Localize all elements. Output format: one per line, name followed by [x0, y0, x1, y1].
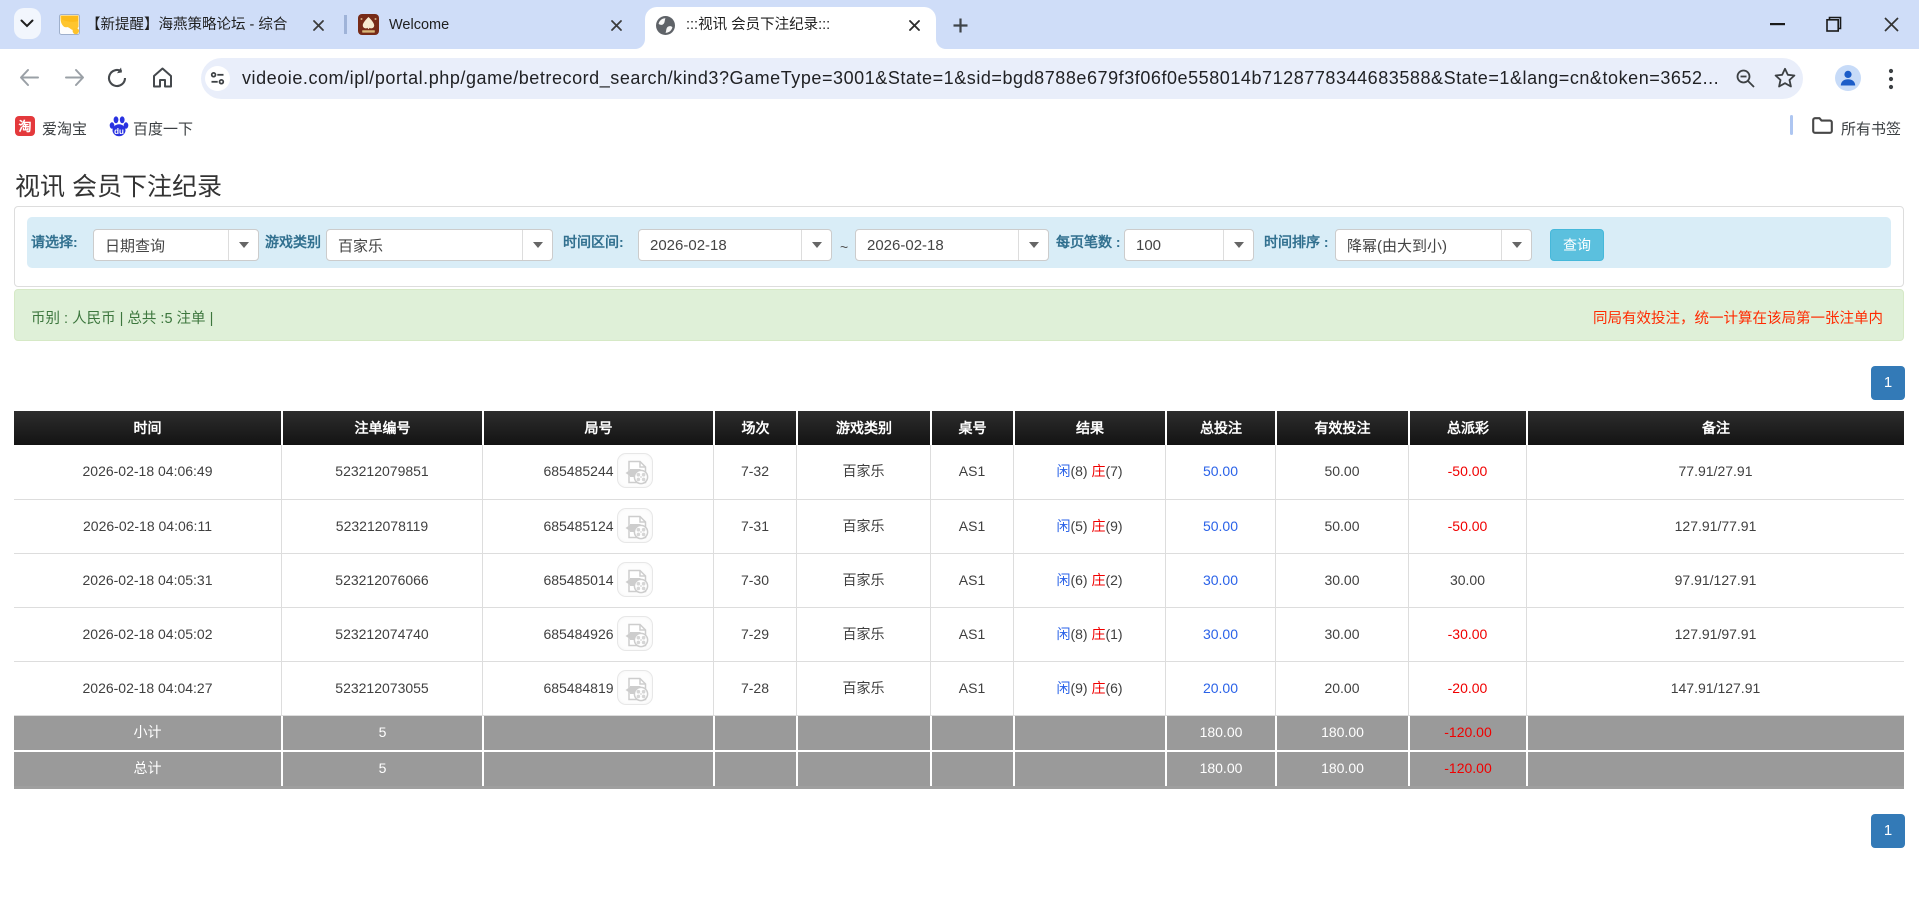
svg-text:du: du [114, 127, 124, 136]
svg-text:淘: 淘 [18, 119, 31, 134]
